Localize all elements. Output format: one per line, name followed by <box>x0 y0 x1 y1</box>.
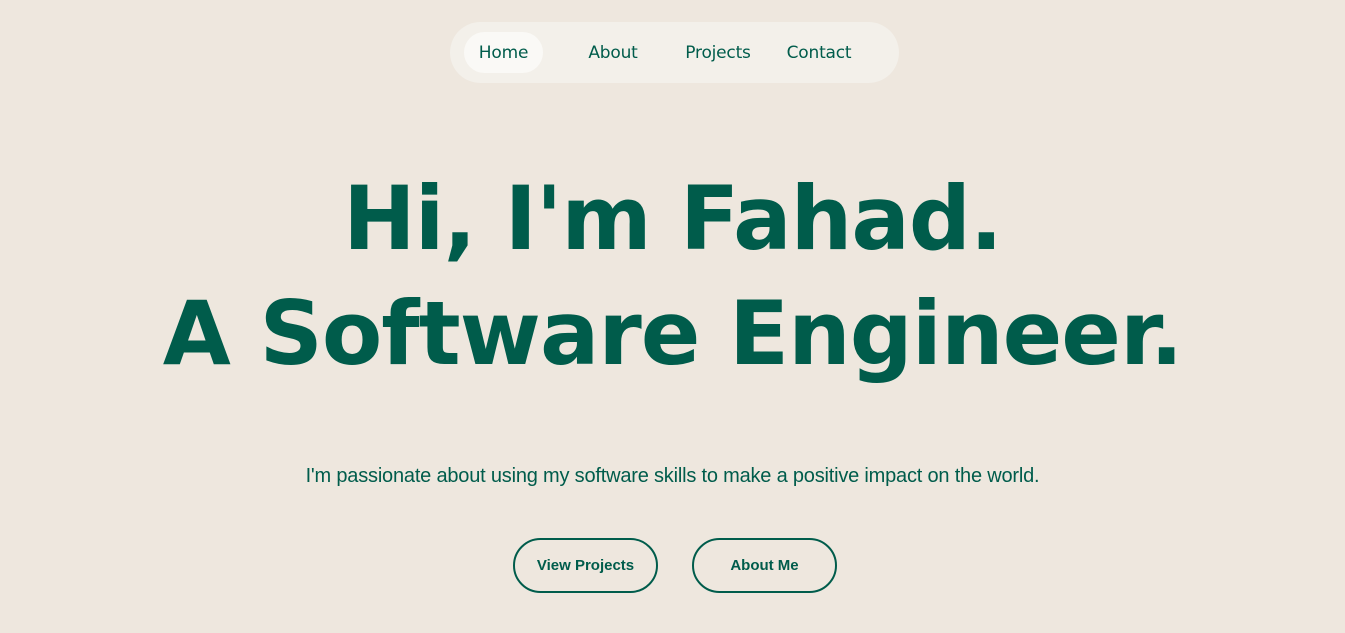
page: Home About Projects Contact Hi, I'm Faha… <box>0 0 1345 633</box>
nav-item-projects[interactable]: Projects <box>670 32 766 73</box>
nav-item-home[interactable]: Home <box>464 32 543 73</box>
view-projects-button[interactable]: View Projects <box>513 538 658 593</box>
about-me-button[interactable]: About Me <box>692 538 837 593</box>
top-nav: Home About Projects Contact <box>450 22 899 83</box>
nav-item-about[interactable]: About <box>570 32 656 73</box>
hero-greeting: Hi, I'm Fahad. <box>343 167 1003 270</box>
cta-buttons: View Projects About Me <box>513 538 837 593</box>
nav-item-contact[interactable]: Contact <box>771 32 867 73</box>
hero-role: A Software Engineer. <box>162 282 1184 385</box>
hero-subtitle: I'm passionate about using my software s… <box>305 465 1040 487</box>
